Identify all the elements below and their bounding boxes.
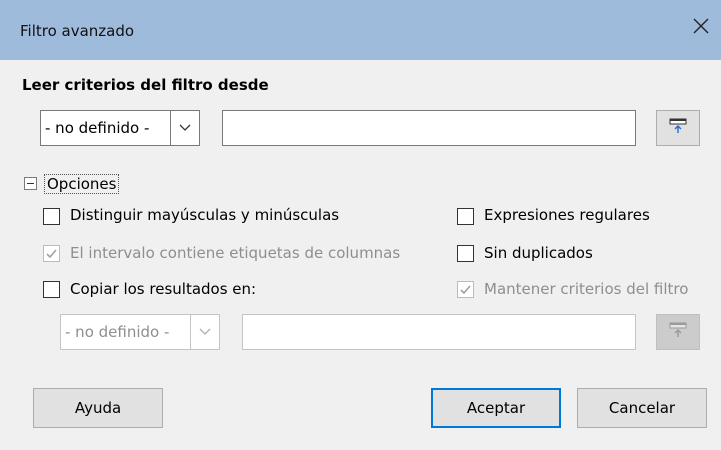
no-duplicates-label: Sin duplicados <box>484 244 593 262</box>
ok-button-label: Aceptar <box>466 399 526 417</box>
case-sensitive-checkbox[interactable] <box>43 208 60 225</box>
case-sensitive-label: Distinguir mayúsculas y minúsculas <box>70 206 340 224</box>
range-headers-checkbox[interactable] <box>43 245 60 262</box>
copy-results-label: Copiar los resultados en: <box>70 280 257 298</box>
copy-target-shrink-button[interactable] <box>656 314 700 350</box>
source-range-input[interactable] <box>222 110 636 146</box>
copy-target-input[interactable] <box>242 314 636 350</box>
ok-button[interactable]: Aceptar <box>431 388 561 428</box>
range-headers-label: El intervalo contiene etiquetas de colum… <box>70 244 401 262</box>
shrink-icon <box>669 322 687 342</box>
source-range-dropdown[interactable]: - no definido - <box>40 110 200 146</box>
regex-label: Expresiones regulares <box>484 206 650 224</box>
no-duplicates-checkbox[interactable] <box>457 245 474 262</box>
advanced-filter-dialog: Filtro avanzado Leer criterios del filtr… <box>0 0 721 450</box>
chevron-down-icon[interactable] <box>190 315 219 349</box>
copy-target-dropdown[interactable]: - no definido - <box>60 314 220 350</box>
shrink-icon <box>669 118 687 138</box>
regex-checkbox[interactable] <box>457 208 474 225</box>
source-shrink-button[interactable] <box>656 110 700 146</box>
close-icon[interactable] <box>689 14 713 38</box>
keep-criteria-checkbox[interactable] <box>457 281 474 298</box>
help-button[interactable]: Ayuda <box>33 388 163 428</box>
cancel-button-label: Cancelar <box>608 399 676 417</box>
options-expander-label[interactable]: Opciones <box>44 174 120 194</box>
collapse-icon[interactable] <box>24 177 37 190</box>
copy-results-checkbox[interactable] <box>43 281 60 298</box>
help-button-label: Ayuda <box>74 399 122 417</box>
source-range-value: - no definido - <box>45 119 150 137</box>
copy-target-value: - no definido - <box>65 323 170 341</box>
title-bar: Filtro avanzado <box>0 0 721 60</box>
section-title: Leer criterios del filtro desde <box>22 76 269 94</box>
chevron-down-icon[interactable] <box>170 111 199 145</box>
cancel-button[interactable]: Cancelar <box>577 388 707 428</box>
keep-criteria-label: Mantener criterios del filtro <box>484 280 689 298</box>
dialog-title: Filtro avanzado <box>20 22 135 40</box>
